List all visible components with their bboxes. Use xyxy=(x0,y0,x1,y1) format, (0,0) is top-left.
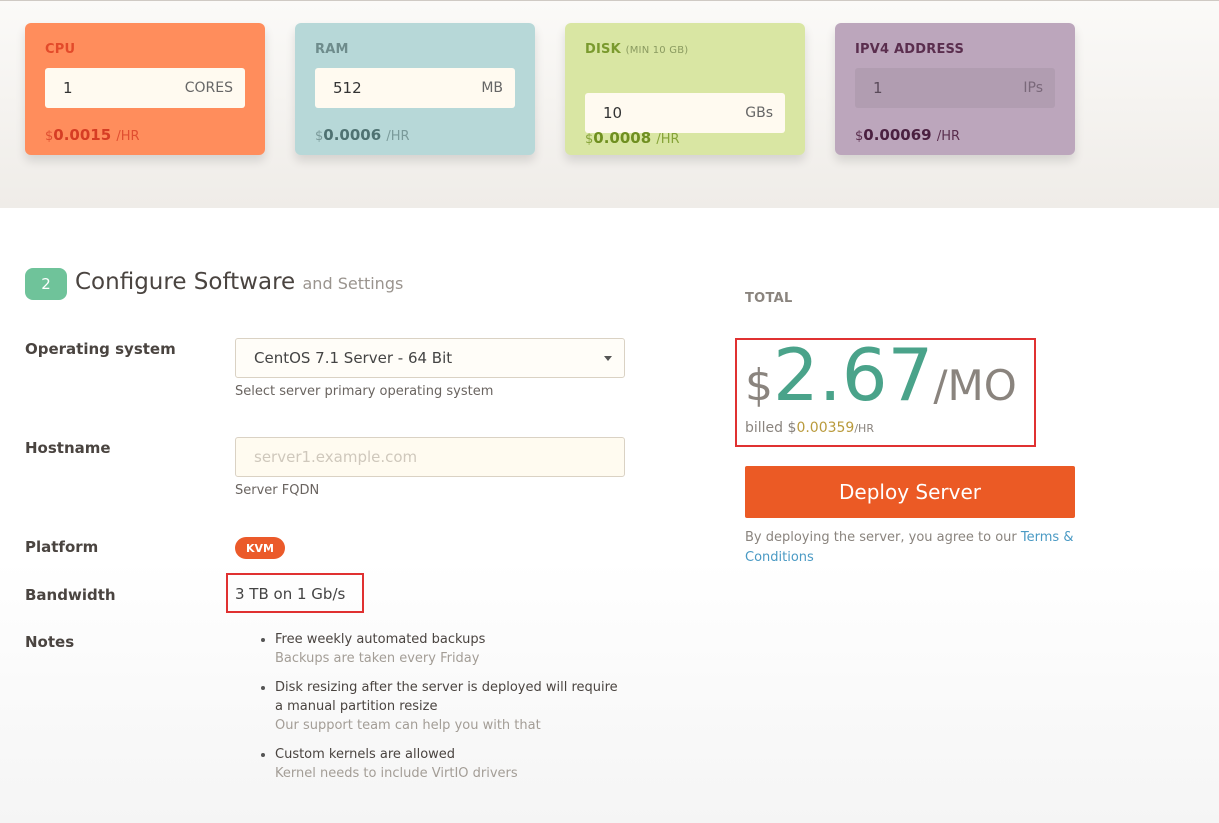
ram-input[interactable]: 512 MB xyxy=(315,68,515,108)
os-selected-value: CentOS 7.1 Server - 64 Bit xyxy=(254,349,453,367)
section-title: Configure Software and Settings xyxy=(75,269,404,295)
ram-unit: MB xyxy=(481,80,503,96)
ipv4-input: 1 IPs xyxy=(855,68,1055,108)
disk-price: $0.0008 /HR xyxy=(585,129,680,147)
disk-card: DISK (MIN 10 GB) 10 GBs $0.0008 /HR xyxy=(565,23,805,155)
ram-price: $0.0006 /HR xyxy=(315,126,410,144)
bandwidth-value: 3 TB on 1 Gb/s xyxy=(235,585,346,603)
notes-label: Notes xyxy=(25,633,75,651)
ipv4-card: IPV4 ADDRESS 1 IPs $0.00069 /HR xyxy=(835,23,1075,155)
notes-list: Free weekly automated backups Backups ar… xyxy=(259,630,629,793)
os-select[interactable]: CentOS 7.1 Server - 64 Bit xyxy=(235,338,625,378)
cpu-value[interactable]: 1 xyxy=(63,79,73,97)
platform-badge: KVM xyxy=(235,537,285,559)
disk-title: DISK (MIN 10 GB) xyxy=(585,42,689,57)
terms-notice: By deploying the server, you agree to ou… xyxy=(745,530,1074,565)
list-item: Disk resizing after the server is deploy… xyxy=(259,678,629,735)
disk-value[interactable]: 10 xyxy=(603,104,622,122)
hostname-help-text: Server FQDN xyxy=(235,483,320,498)
cpu-title: CPU xyxy=(45,42,76,57)
ipv4-price: $0.00069 /HR xyxy=(855,126,961,144)
step-number-badge: 2 xyxy=(25,268,67,300)
cpu-price: $0.0015 /HR xyxy=(45,126,140,144)
hostname-input[interactable] xyxy=(235,437,625,477)
ram-card: RAM 512 MB $0.0006 /HR xyxy=(295,23,535,155)
ipv4-title: IPV4 ADDRESS xyxy=(855,42,965,57)
cpu-unit: CORES xyxy=(184,80,233,96)
bandwidth-label: Bandwidth xyxy=(25,586,116,604)
cpu-cores-input[interactable]: 1 CORES xyxy=(45,68,245,108)
cpu-card: CPU 1 CORES $0.0015 /HR xyxy=(25,23,265,155)
hostname-label: Hostname xyxy=(25,439,111,457)
ipv4-value: 1 xyxy=(873,79,883,97)
ipv4-unit: IPs xyxy=(1023,80,1043,96)
os-label: Operating system xyxy=(25,340,176,358)
list-item: Free weekly automated backups Backups ar… xyxy=(259,630,629,668)
ram-value[interactable]: 512 xyxy=(333,79,362,97)
list-item: Custom kernels are allowed Kernel needs … xyxy=(259,745,629,783)
disk-input[interactable]: 10 GBs xyxy=(585,93,785,133)
chevron-down-icon xyxy=(604,356,612,361)
disk-unit: GBs xyxy=(745,105,773,121)
total-price: $2.67/MO xyxy=(745,333,1017,417)
billed-hourly: billed $0.00359/HR xyxy=(745,420,874,436)
deploy-server-button[interactable]: Deploy Server xyxy=(745,466,1075,518)
os-help-text: Select server primary operating system xyxy=(235,384,494,399)
total-label: TOTAL xyxy=(745,291,793,306)
ram-title: RAM xyxy=(315,42,349,57)
platform-label: Platform xyxy=(25,538,99,556)
